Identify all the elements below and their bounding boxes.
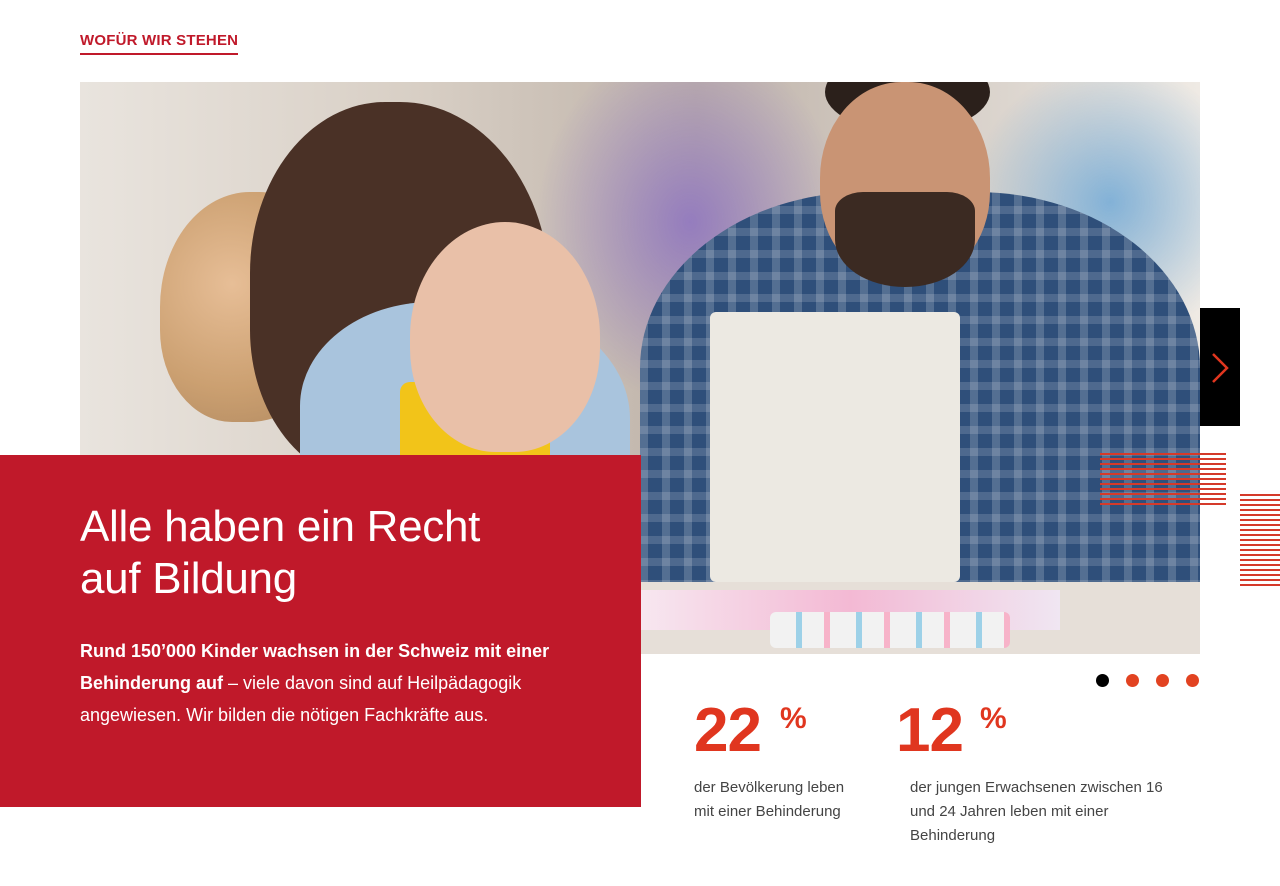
info-text: Rund 150’000 Kinder wachsen in der Schwe… bbox=[80, 635, 560, 731]
slider-next-button[interactable] bbox=[1200, 308, 1240, 426]
man-apron bbox=[710, 312, 960, 582]
section-label: WOFÜR WIR STEHEN bbox=[80, 32, 239, 55]
stat-young-adults: 12 % der jungen Erwachsenen zwischen 16 … bbox=[896, 700, 1196, 860]
slider-dot-1[interactable] bbox=[1096, 674, 1109, 687]
stat-description: der Bevölkerung leben mit einer Behinder… bbox=[694, 779, 845, 820]
slider-dots bbox=[1096, 674, 1206, 688]
stat-population: 22 % der Bevölkerung leben mit einer Beh… bbox=[694, 700, 884, 840]
paint-pots bbox=[770, 612, 1010, 648]
chevron-right-icon bbox=[1212, 353, 1229, 383]
girl-face bbox=[410, 222, 600, 452]
info-box: Alle haben ein Recht auf Bildung Rund 15… bbox=[0, 455, 641, 807]
info-title: Alle haben ein Recht auf Bildung bbox=[80, 502, 481, 603]
slider-dot-2[interactable] bbox=[1126, 674, 1139, 687]
stat-value: 12 bbox=[896, 696, 964, 765]
stat-unit: % bbox=[780, 702, 807, 735]
slider-dot-4[interactable] bbox=[1186, 674, 1199, 687]
decorative-stripes-small bbox=[1240, 494, 1280, 590]
stat-description: der jungen Erwachsenen zwischen 16 und 2… bbox=[910, 779, 1163, 844]
slider-dot-3[interactable] bbox=[1156, 674, 1169, 687]
decorative-stripes bbox=[1100, 453, 1226, 509]
stat-unit: % bbox=[980, 702, 1007, 735]
